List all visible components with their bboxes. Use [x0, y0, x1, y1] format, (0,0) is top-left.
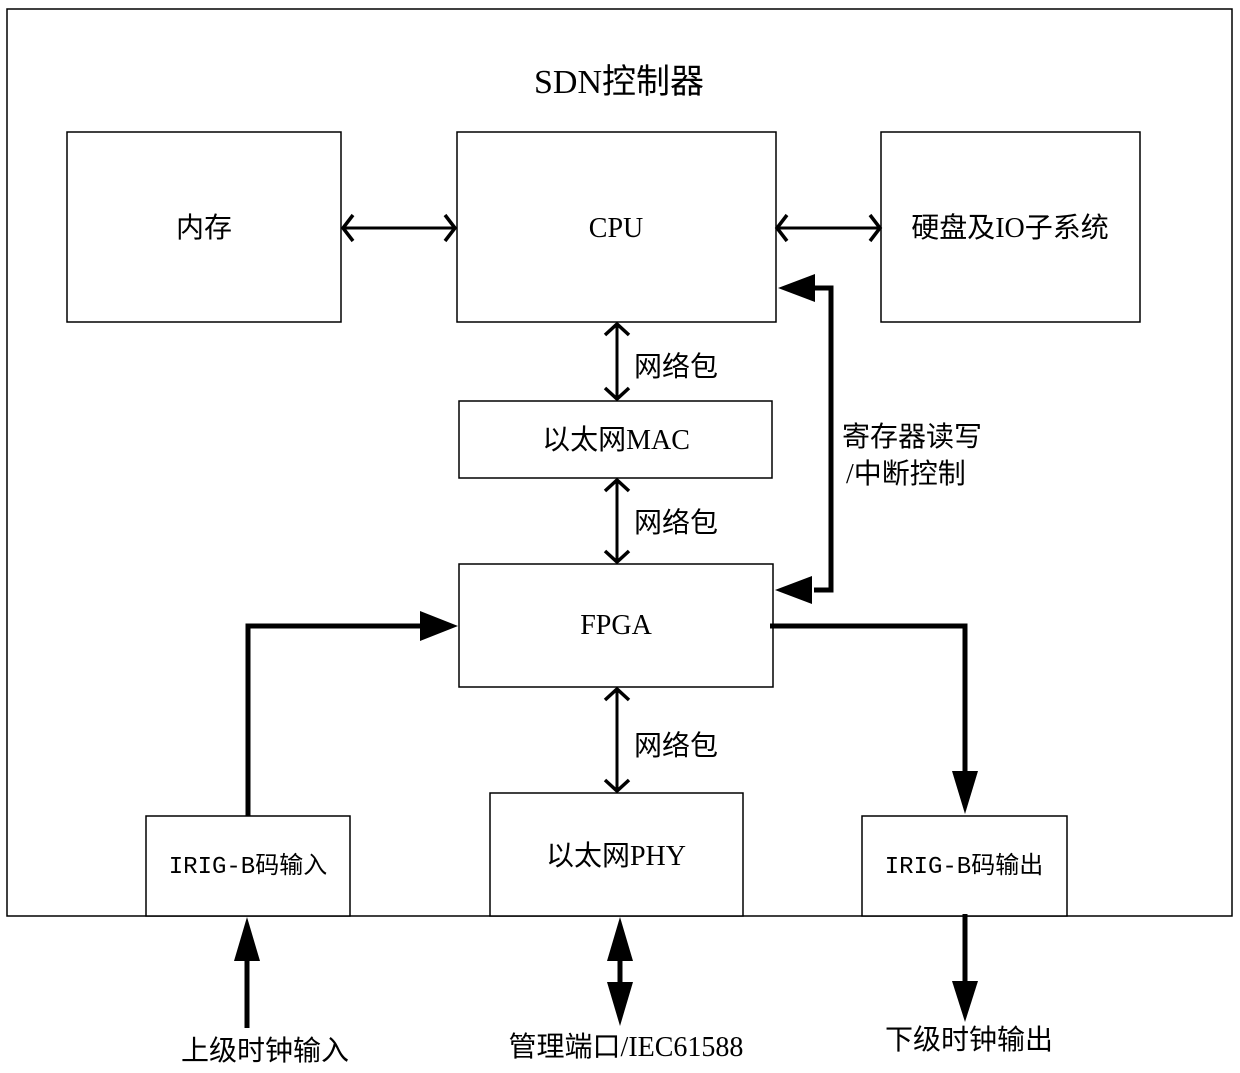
sdn-controller-diagram: SDN控制器 内存 CPU 硬盘及IO子系统 以太网MAC FPGA 以太网PH…: [6, 8, 1233, 1067]
irig-input-to-fpga-arrow: [245, 611, 458, 816]
cpu-label: CPU: [589, 213, 643, 244]
lower-clock-output-arrow: [952, 914, 978, 1022]
ethernet-mac-label: 以太网MAC: [542, 424, 690, 456]
register-rw-label: 寄存器读写: [842, 421, 982, 453]
fpga-to-irig-output-arrow: [770, 623, 978, 814]
ethernet-phy-label: 以太网PHY: [546, 840, 686, 872]
fpga-label: FPGA: [580, 610, 652, 641]
cpu-block: CPU: [456, 131, 777, 323]
cpu-storage-bidirectional-arrow: [774, 213, 883, 243]
management-port-bidirectional-arrow: [607, 917, 633, 1026]
memory-label: 内存: [176, 212, 232, 244]
management-port-label: 管理端口/IEC61588: [509, 1031, 744, 1063]
mac-fpga-edge-label: 网络包: [634, 507, 718, 539]
irig-b-input-label: IRIG-B码输入: [169, 852, 327, 881]
irig-b-output-label: IRIG-B码输出: [885, 852, 1043, 881]
fpga-phy-edge-label: 网络包: [634, 730, 718, 762]
storage-io-label: 硬盘及IO子系统: [911, 212, 1109, 244]
lower-clock-output-label: 下级时钟输出: [885, 1024, 1053, 1056]
irig-b-output-block: IRIG-B码输出: [861, 815, 1068, 917]
diagram-title: SDN控制器: [534, 63, 704, 101]
cpu-mac-bidirectional-arrow: [603, 321, 631, 402]
upper-clock-input-arrow: [234, 917, 260, 1028]
irig-b-input-block: IRIG-B码输入: [145, 815, 351, 917]
cpu-mac-edge-label: 网络包: [634, 351, 718, 383]
fpga-block: FPGA: [458, 563, 774, 688]
fpga-phy-bidirectional-arrow: [603, 686, 631, 794]
upper-clock-input-label: 上级时钟输入: [181, 1035, 349, 1067]
storage-io-block: 硬盘及IO子系统: [880, 131, 1141, 323]
interrupt-control-label: /中断控制: [846, 458, 966, 490]
ethernet-phy-block: 以太网PHY: [489, 792, 744, 917]
memory-cpu-bidirectional-arrow: [340, 213, 458, 243]
mac-fpga-bidirectional-arrow: [603, 477, 631, 565]
memory-block: 内存: [66, 131, 342, 323]
ethernet-mac-block: 以太网MAC: [458, 400, 773, 479]
register-interrupt-control-arrow: [775, 274, 834, 604]
